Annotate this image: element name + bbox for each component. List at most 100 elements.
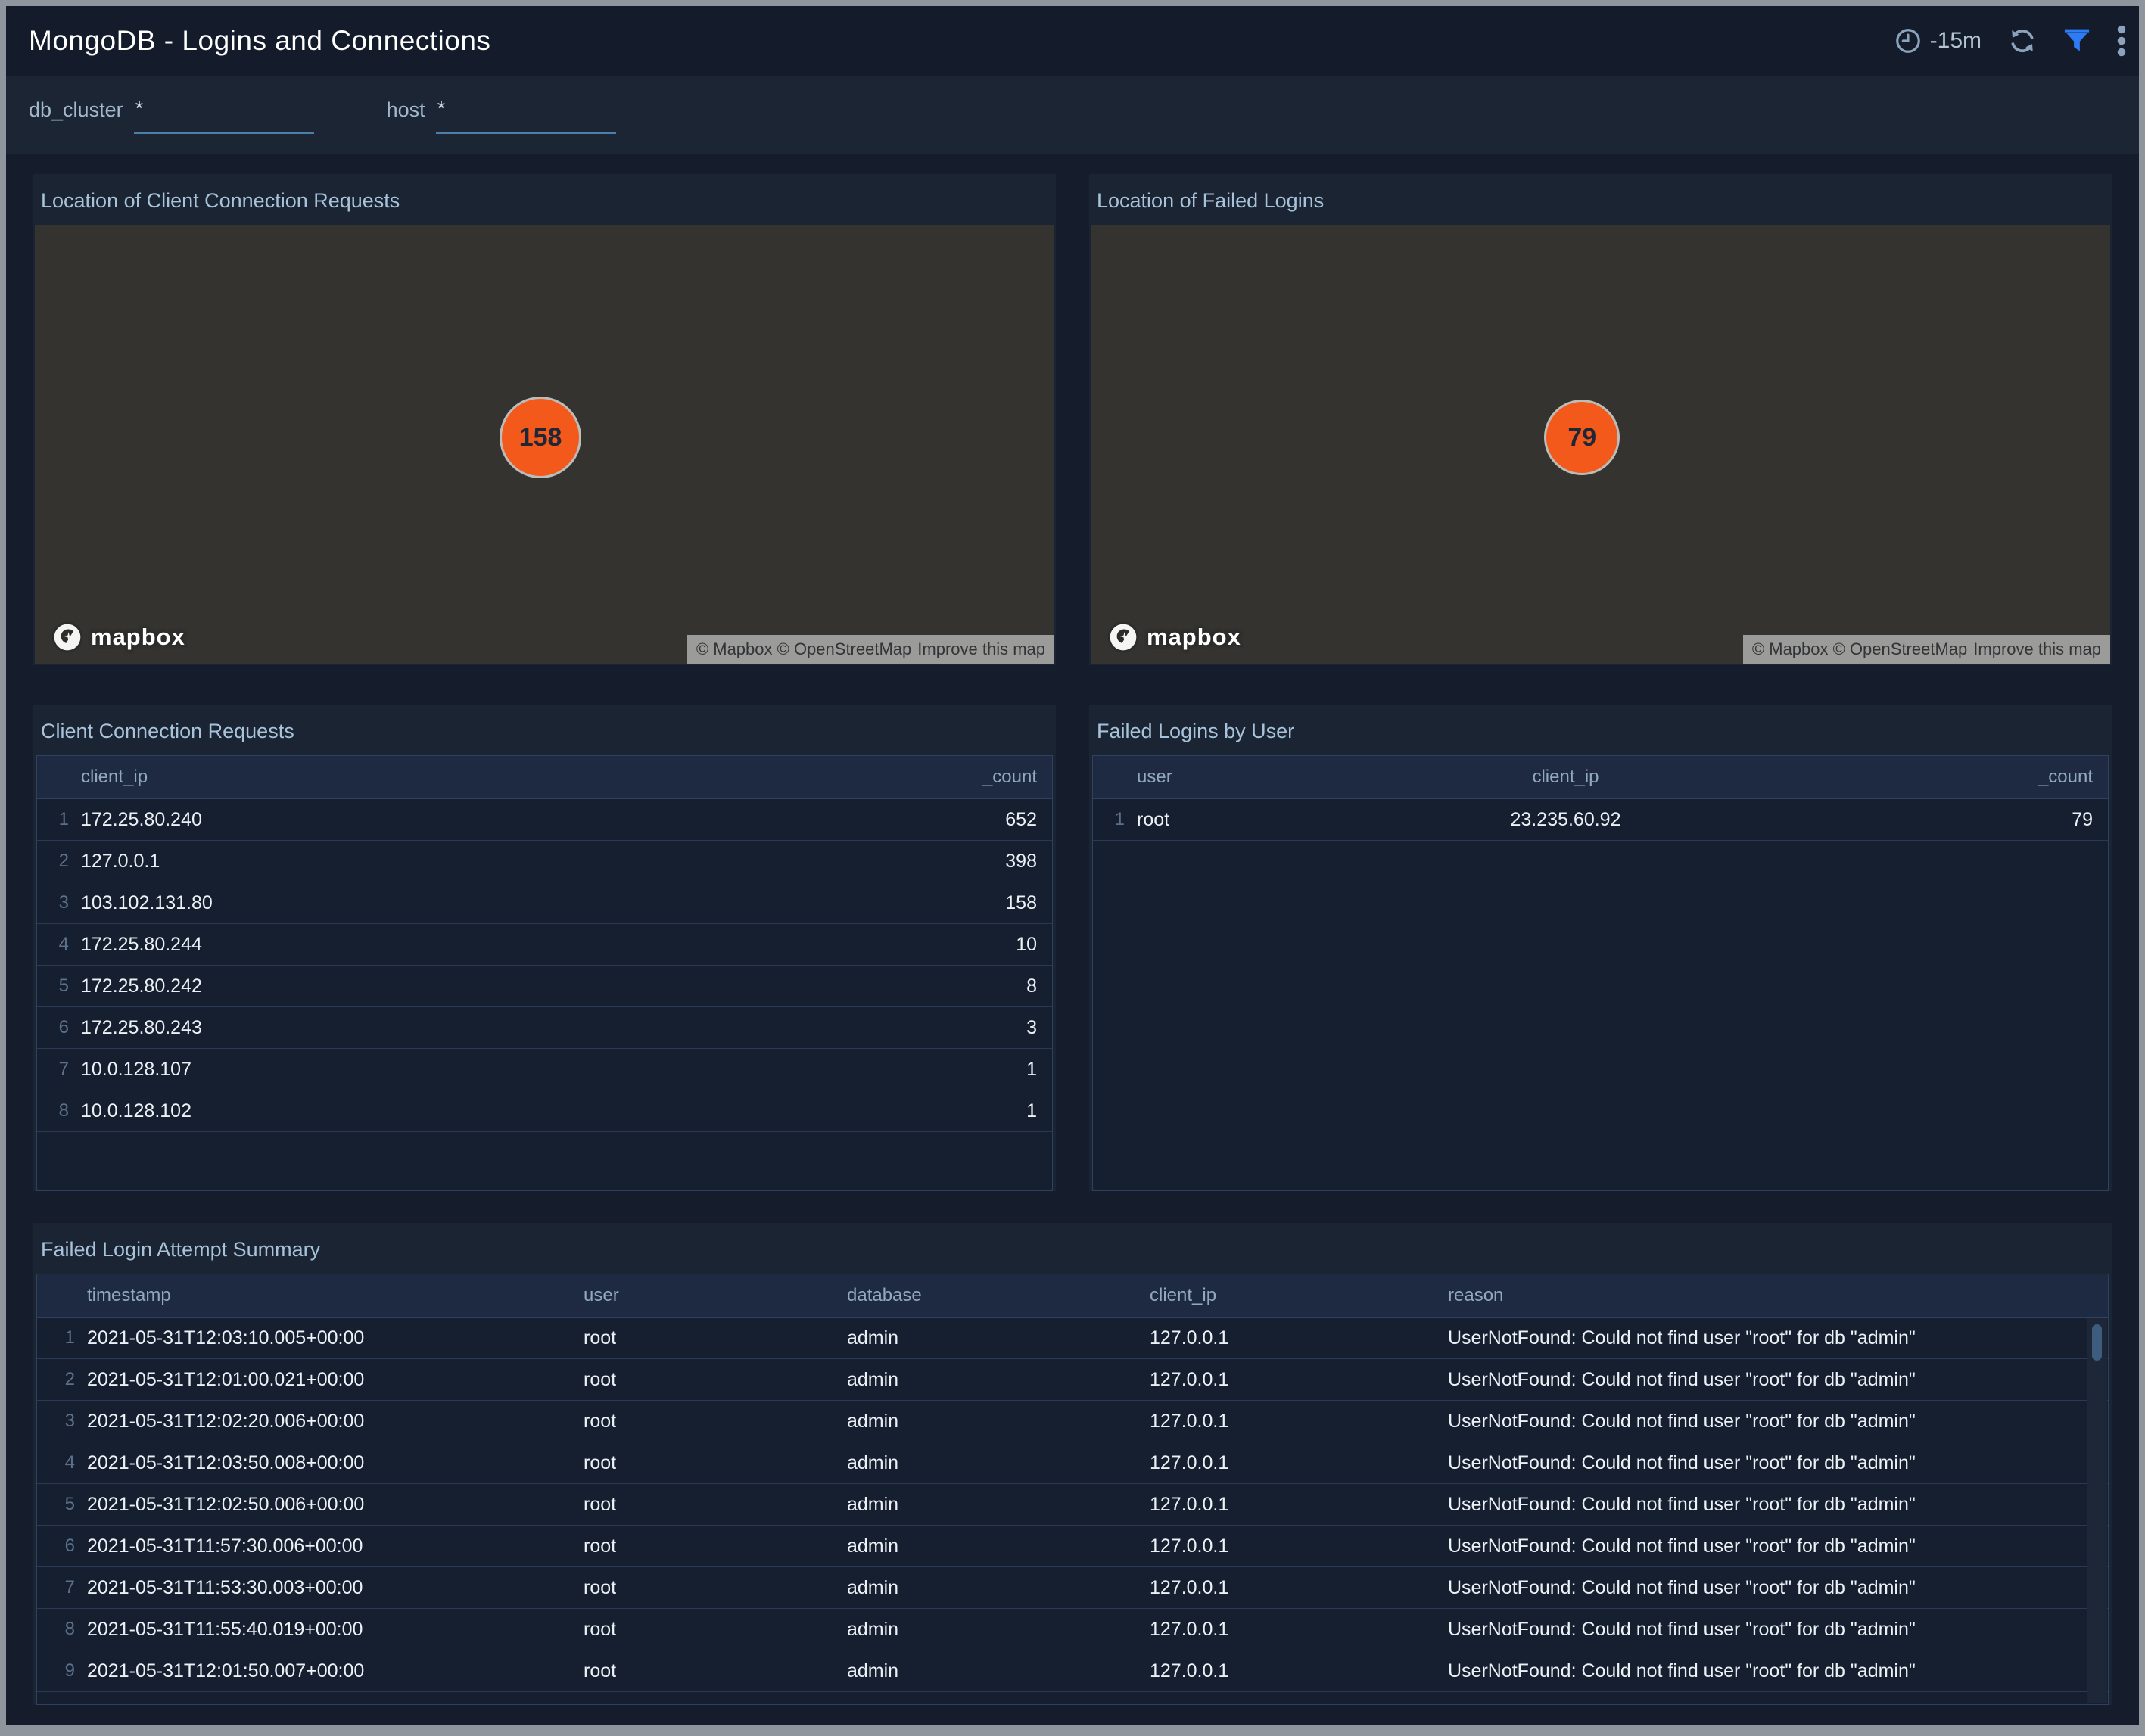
table-row[interactable]: 2 2021-05-31T12:01:00.021+00:00 root adm… <box>37 1359 2108 1401</box>
table-row[interactable]: 8 10.0.128.102 1 <box>37 1090 1052 1132</box>
table-row[interactable]: 1 root 23.235.60.92 79 <box>1093 799 2108 841</box>
client-connections-table: client_ip _count 1 172.25.80.240 652 2 <box>36 755 1053 1191</box>
cell-count: 8 <box>931 975 1052 997</box>
cell-reason: UserNotFound: Could not find user "root"… <box>1440 1577 2108 1599</box>
column-header-count[interactable]: _count <box>931 767 1052 788</box>
time-range-button[interactable]: -15m <box>1894 26 1982 55</box>
cell-client-ip: 127.0.0.1 <box>1142 1619 1440 1641</box>
cell-client-ip: 172.25.80.243 <box>73 1017 931 1039</box>
mapbox-logo[interactable]: mapbox <box>1107 621 1241 653</box>
cell-timestamp: 2021-05-31T12:01:50.007+00:00 <box>79 1660 576 1682</box>
cell-user: root <box>576 1411 839 1433</box>
scrollbar-thumb[interactable] <box>2092 1324 2102 1361</box>
row-number: 2 <box>37 851 73 872</box>
row-number: 1 <box>1093 809 1129 830</box>
cell-reason: UserNotFound: Could not find user "root"… <box>1440 1494 2108 1516</box>
tables-row: Client Connection Requests client_ip _co… <box>33 705 2112 1191</box>
filter-host: host * <box>387 97 616 134</box>
time-range-label: -15m <box>1930 28 1982 54</box>
map-cluster-marker[interactable]: 158 <box>500 397 581 478</box>
cell-user: root <box>576 1327 839 1349</box>
table-row[interactable]: 4 172.25.80.244 10 <box>37 924 1052 966</box>
map-connections[interactable]: 158 mapbox © <box>35 225 1054 664</box>
cell-reason: UserNotFound: Could not find user "root"… <box>1440 1619 2108 1641</box>
cell-timestamp: 2021-05-31T11:55:40.019+00:00 <box>79 1619 576 1641</box>
table-row[interactable]: 7 2021-05-31T11:53:30.003+00:00 root adm… <box>37 1567 2108 1609</box>
table-row[interactable]: 6 2021-05-31T11:57:30.006+00:00 root adm… <box>37 1526 2108 1567</box>
kebab-menu-icon[interactable] <box>2116 25 2127 57</box>
cell-reason: UserNotFound: Could not find user "root"… <box>1440 1452 2108 1474</box>
table-row[interactable]: 1 172.25.80.240 652 <box>37 799 1052 841</box>
mapbox-wordmark: mapbox <box>91 624 185 651</box>
column-header-client-ip[interactable]: client_ip <box>73 767 931 788</box>
refresh-icon[interactable] <box>2007 26 2038 56</box>
table-row[interactable]: 3 103.102.131.80 158 <box>37 882 1052 924</box>
column-header-reason[interactable]: reason <box>1440 1285 2108 1306</box>
improve-map-link[interactable]: Improve this map <box>1973 639 2101 659</box>
cell-count: 652 <box>931 809 1052 831</box>
cell-user: root <box>576 1535 839 1557</box>
cell-client-ip: 127.0.0.1 <box>1142 1702 1440 1706</box>
db-cluster-label: db_cluster <box>29 97 123 122</box>
table-row[interactable]: 3 2021-05-31T12:02:20.006+00:00 root adm… <box>37 1401 2108 1442</box>
cell-reason: UserNotFound: Could not find user "root"… <box>1440 1702 2108 1706</box>
db-cluster-input[interactable]: * <box>134 97 314 134</box>
table-row[interactable]: 1 2021-05-31T12:03:10.005+00:00 root adm… <box>37 1318 2108 1359</box>
table-row[interactable]: 10 2021-05-31T11:55:10.018+00:00 root ad… <box>37 1692 2108 1705</box>
cell-reason: UserNotFound: Could not find user "root"… <box>1440 1369 2108 1391</box>
host-input[interactable]: * <box>436 97 616 134</box>
cell-timestamp: 2021-05-31T11:53:30.003+00:00 <box>79 1577 576 1599</box>
cell-database: admin <box>839 1411 1142 1433</box>
map-attribution: © Mapbox © OpenStreetMap Improve this ma… <box>687 635 1054 664</box>
column-header-user[interactable]: user <box>1129 767 1402 788</box>
cell-count: 10 <box>931 934 1052 956</box>
filter-bar: db_cluster * host * <box>6 76 2139 154</box>
panel-failed-login-attempt-summary: Failed Login Attempt Summary timestamp u… <box>33 1223 2112 1705</box>
table-row[interactable]: 7 10.0.128.107 1 <box>37 1049 1052 1090</box>
column-header-database[interactable]: database <box>839 1285 1142 1306</box>
attribution-copyright: © Mapbox © OpenStreetMap <box>1752 639 1967 659</box>
table-row[interactable]: 9 2021-05-31T12:01:50.007+00:00 root adm… <box>37 1650 2108 1692</box>
panel-title: Location of Failed Logins <box>1089 174 2112 225</box>
panel-failed-logins-by-user: Failed Logins by User user client_ip _co… <box>1089 705 2112 1191</box>
cell-client-ip: 127.0.0.1 <box>1142 1327 1440 1349</box>
maps-row: Location of Client Connection Requests 1… <box>33 174 2112 665</box>
column-header-timestamp[interactable]: timestamp <box>79 1285 576 1306</box>
cell-client-ip: 127.0.0.1 <box>73 851 931 873</box>
table-row[interactable]: 6 172.25.80.243 3 <box>37 1007 1052 1049</box>
row-number: 2 <box>37 1369 79 1390</box>
cell-reason: UserNotFound: Could not find user "root"… <box>1440 1327 2108 1349</box>
table-row[interactable]: 5 172.25.80.242 8 <box>37 966 1052 1007</box>
map-failed-logins[interactable]: 79 mapbox © <box>1091 225 2110 664</box>
filter-icon[interactable] <box>2063 28 2091 54</box>
mapbox-logo-icon <box>1107 621 1139 653</box>
cell-database: admin <box>839 1369 1142 1391</box>
table-row[interactable]: 2 127.0.0.1 398 <box>37 841 1052 882</box>
screenshot-frame: MongoDB - Logins and Connections -15m <box>0 0 2145 1736</box>
column-header-client-ip[interactable]: client_ip <box>1402 767 1729 788</box>
table-header-row: user client_ip _count <box>1093 756 2108 799</box>
cell-database: admin <box>839 1327 1142 1349</box>
cell-user: root <box>576 1702 839 1706</box>
improve-map-link[interactable]: Improve this map <box>917 639 1045 659</box>
column-header-count[interactable]: _count <box>1729 767 2108 788</box>
column-header-client-ip[interactable]: client_ip <box>1142 1285 1440 1306</box>
cell-database: admin <box>839 1452 1142 1474</box>
table-row[interactable]: 8 2021-05-31T11:55:40.019+00:00 root adm… <box>37 1609 2108 1650</box>
vertical-scrollbar[interactable] <box>2087 1318 2107 1703</box>
table-row[interactable]: 5 2021-05-31T12:02:50.006+00:00 root adm… <box>37 1484 2108 1526</box>
table-row[interactable]: 4 2021-05-31T12:03:50.008+00:00 root adm… <box>37 1442 2108 1484</box>
host-label: host <box>387 97 425 122</box>
row-number: 3 <box>37 892 73 913</box>
map-cluster-marker[interactable]: 79 <box>1544 400 1620 475</box>
mapbox-logo[interactable]: mapbox <box>51 621 185 653</box>
panel-location-connections: Location of Client Connection Requests 1… <box>33 174 1056 665</box>
table-header-row: client_ip _count <box>37 756 1052 799</box>
cell-client-ip: 127.0.0.1 <box>1142 1494 1440 1516</box>
panel-title: Failed Login Attempt Summary <box>33 1223 2112 1274</box>
column-header-user[interactable]: user <box>576 1285 839 1306</box>
map-attribution: © Mapbox © OpenStreetMap Improve this ma… <box>1743 635 2110 664</box>
cell-timestamp: 2021-05-31T11:55:10.018+00:00 <box>79 1702 576 1706</box>
cell-user: root <box>1129 809 1402 831</box>
table-body: 1 172.25.80.240 652 2 127.0.0.1 398 3 <box>37 799 1052 1190</box>
